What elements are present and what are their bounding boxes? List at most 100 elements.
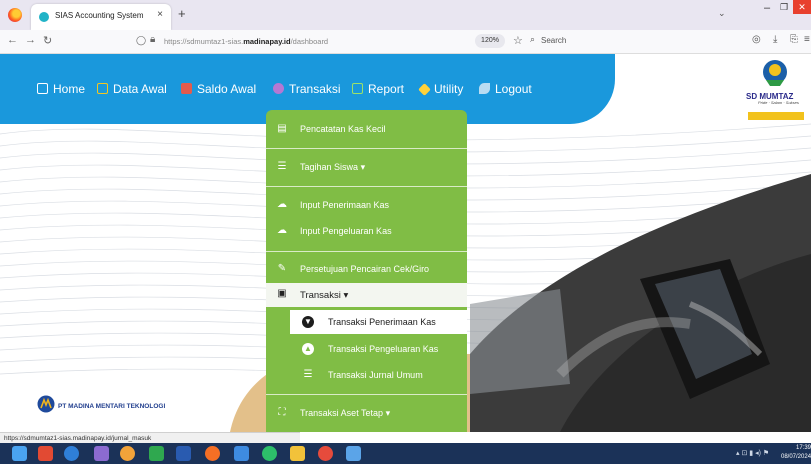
menu-transaksi-submenu-label: Transaksi ▾ xyxy=(300,290,349,301)
page-content: Home Data Awal Saldo Awal Transaksi Repo… xyxy=(0,54,811,432)
menu-input-penerimaan-kas-label: Input Penerimaan Kas xyxy=(300,200,390,210)
search-box[interactable]: Search xyxy=(541,36,566,45)
menu-transaksi-pengeluaran-kas[interactable]: ▲ Transaksi Pengeluaran Kas xyxy=(290,342,467,358)
menu-divider xyxy=(266,394,467,395)
assets-icon: ⛶ xyxy=(278,407,286,418)
menu-pencatatan-kas-kecil-label: Pencatatan Kas Kecil xyxy=(300,124,386,134)
file-explorer-icon[interactable] xyxy=(290,446,305,461)
extensions-icon[interactable]: ⎘ xyxy=(790,34,798,45)
menu-pencatatan-kas-kecil[interactable]: ▤ Pencatatan Kas Kecil xyxy=(266,122,467,138)
windows-start-icon[interactable] xyxy=(12,446,27,461)
nav-report[interactable]: Report xyxy=(352,82,404,96)
nav-data-awal[interactable]: Data Awal xyxy=(97,82,167,96)
app-icon[interactable] xyxy=(149,446,164,461)
menu-transaksi-penerimaan-kas-label: Transaksi Penerimaan Kas xyxy=(328,317,436,327)
transaksi-dropdown-menu: ▤ Pencatatan Kas Kecil ☰ Tagihan Siswa ▾… xyxy=(266,110,467,432)
menu-input-pengeluaran-kas-label: Input Pengeluaran Kas xyxy=(300,226,392,236)
arrow-circle-up-icon: ▲ xyxy=(302,343,314,355)
document-icon: ▤ xyxy=(277,123,287,134)
menu-transaksi-penerimaan-kas[interactable]: ▼ Transaksi Penerimaan Kas xyxy=(290,310,467,334)
list-icon: ☰ xyxy=(303,369,313,380)
menu-transaksi-aset-tetap[interactable]: ⛶ Transaksi Aset Tetap ▾ xyxy=(266,406,467,422)
app-icon[interactable] xyxy=(234,446,249,461)
downloads-icon[interactable]: ⤓ xyxy=(773,34,777,45)
list-icon: ☰ xyxy=(277,161,287,172)
arrow-circle-down-icon: ▼ xyxy=(302,316,314,328)
firefox-icon[interactable] xyxy=(205,446,220,461)
laptop-icon xyxy=(97,83,108,94)
nav-transaksi[interactable]: Transaksi xyxy=(273,82,341,96)
school-logo xyxy=(748,60,804,120)
nav-utility[interactable]: Utility xyxy=(418,82,464,96)
home-icon xyxy=(37,83,48,94)
edge-icon[interactable] xyxy=(64,446,79,461)
menu-transaksi-jurnal-umum[interactable]: ☰ Transaksi Jurnal Umum xyxy=(290,368,467,384)
approve-icon: ✎ xyxy=(277,263,287,274)
zoom-level[interactable]: 120% xyxy=(475,34,505,48)
menu-persetujuan-pencairan-label: Persetujuan Pencairan Cek/Giro xyxy=(300,264,430,274)
menu-transaksi-submenu[interactable]: ▣ Transaksi ▾ xyxy=(266,283,467,307)
forward-icon[interactable]: → xyxy=(25,34,36,46)
nav-logout-label: Logout xyxy=(495,82,532,96)
cloud-upload-icon: ☁ xyxy=(277,225,287,236)
app-icon[interactable] xyxy=(38,446,53,461)
clock-date: 08/07/2024 xyxy=(781,454,811,460)
menu-transaksi-jurnal-umum-label: Transaksi Jurnal Umum xyxy=(328,370,423,380)
menu-input-penerimaan-kas[interactable]: ☁ Input Penerimaan Kas xyxy=(266,198,467,214)
link-status-bar: https://sdmumtaz1-sias.madinapay.id/jurn… xyxy=(0,432,300,443)
nav-home[interactable]: Home xyxy=(37,82,85,96)
nav-saldo-awal[interactable]: Saldo Awal xyxy=(181,82,256,96)
reload-icon[interactable]: ↻ xyxy=(43,34,52,47)
refresh-icon xyxy=(273,83,284,94)
nav-logout[interactable]: Logout xyxy=(479,82,532,96)
calculator-icon: ▣ xyxy=(277,288,287,299)
url-text[interactable]: https://sdmumtaz1-sias.madinapay.id/dash… xyxy=(164,37,328,46)
app-icon[interactable] xyxy=(262,446,277,461)
word-icon[interactable] xyxy=(176,446,191,461)
firefox-icon[interactable] xyxy=(8,8,22,22)
shield-icon[interactable]: ◯ xyxy=(136,35,146,46)
menu-divider xyxy=(266,148,467,149)
app-icon[interactable] xyxy=(346,446,361,461)
menu-input-pengeluaran-kas[interactable]: ☁ Input Pengeluaran Kas xyxy=(266,224,467,240)
company-logo xyxy=(37,395,55,413)
back-icon[interactable]: ← xyxy=(7,34,18,46)
lock-icon[interactable]: 🔒︎ xyxy=(150,34,155,45)
menu-divider xyxy=(266,251,467,252)
money-icon xyxy=(181,83,192,94)
menu-transaksi-pengeluaran-kas-label: Transaksi Pengeluaran Kas xyxy=(328,344,439,354)
taskbar: ▴ ⊡ ▮ ◂) ⚑ 17:39 08/07/2024 xyxy=(0,443,811,464)
menu-persetujuan-pencairan[interactable]: ✎ Persetujuan Pencairan Cek/Giro xyxy=(266,262,467,278)
minimize-icon[interactable]: – xyxy=(764,2,770,14)
new-tab-button[interactable]: + xyxy=(178,6,186,21)
clock[interactable]: 17:39 08/07/2024 xyxy=(781,444,811,462)
close-window-icon[interactable]: ✕ xyxy=(793,0,811,14)
list-tabs-icon[interactable]: ⌄ xyxy=(718,8,726,19)
logout-icon xyxy=(479,83,490,94)
nav-home-label: Home xyxy=(53,82,86,96)
pocket-icon[interactable]: ◎ xyxy=(752,34,761,45)
menu-transaksi-aset-tetap-label: Transaksi Aset Tetap ▾ xyxy=(300,408,391,418)
nav-utility-label: Utility xyxy=(434,82,464,96)
nav-data-awal-label: Data Awal xyxy=(113,82,167,96)
company-name: PT MADINA MENTARI TEKNOLOGI xyxy=(58,403,166,410)
tab-close-icon[interactable]: × xyxy=(157,9,163,20)
tab-title: SIAS Accounting System xyxy=(55,11,144,20)
browser-tab[interactable]: SIAS Accounting System × xyxy=(31,4,171,30)
search-icon: ⌕ xyxy=(530,34,536,44)
nav-saldo-awal-label: Saldo Awal xyxy=(197,82,257,96)
menu-tagihan-siswa[interactable]: ☰ Tagihan Siswa ▾ xyxy=(266,160,467,176)
nav-transaksi-label: Transaksi xyxy=(289,82,341,96)
browser-tab-strip: SIAS Accounting System × + ⌄ – ❐ ✕ xyxy=(0,0,811,30)
clock-time: 17:39 xyxy=(795,445,811,451)
nav-report-label: Report xyxy=(368,82,405,96)
menu-icon[interactable]: ≡ xyxy=(804,34,810,45)
address-bar[interactable]: ◯ 🔒︎ https://sdmumtaz1-sias.madinapay.id… xyxy=(120,33,600,51)
app-icon[interactable] xyxy=(94,446,109,461)
tools-icon xyxy=(418,83,431,96)
chrome-icon[interactable] xyxy=(318,446,333,461)
bookmark-star-icon[interactable]: ☆ xyxy=(513,34,523,47)
app-icon[interactable] xyxy=(120,446,135,461)
maximize-icon[interactable]: ❐ xyxy=(780,2,788,13)
system-tray[interactable]: ▴ ⊡ ▮ ◂) ⚑ xyxy=(736,449,769,457)
